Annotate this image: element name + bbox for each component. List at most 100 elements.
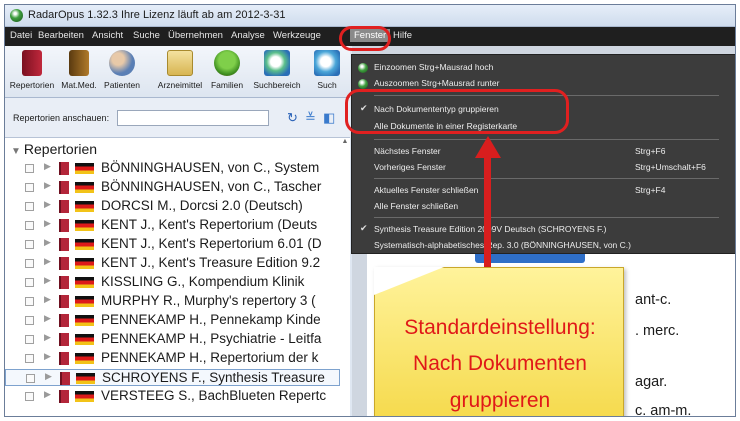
expand-arrow-icon[interactable]: ▶ (44, 313, 51, 324)
checkbox[interactable] (25, 183, 34, 192)
expand-arrow-icon[interactable]: ▶ (44, 161, 51, 172)
checkbox[interactable] (26, 374, 35, 383)
checkbox[interactable] (25, 297, 34, 306)
expand-arrow-icon[interactable]: ▶ (44, 218, 51, 229)
shortcut-close-window: Strg+F4 (635, 185, 666, 195)
tree-item[interactable]: ▶ PENNEKAMP H., Repertorium der k (5, 350, 340, 367)
refresh-icon[interactable]: ↻ (287, 110, 298, 126)
menu-item-next-window[interactable]: Nächstes Fenster (374, 146, 441, 156)
german-flag-icon (75, 201, 94, 212)
book-icon (59, 276, 69, 289)
shortcut-next-window: Strg+F6 (635, 146, 666, 156)
book-icon (59, 333, 69, 346)
menu-item-close-all[interactable]: Alle Fenster schließen (374, 201, 458, 211)
suche-label: Such (317, 80, 337, 90)
menu-item-previous-window[interactable]: Vorheriges Fenster (374, 162, 446, 172)
expand-arrow-icon[interactable]: ▶ (44, 332, 51, 343)
book-icon (59, 238, 69, 251)
arrow-shaft (484, 155, 491, 280)
expand-arrow-icon[interactable]: ▶ (44, 256, 51, 267)
tree-item[interactable]: ▶ PENNEKAMP H., Psychiatrie - Leitfa (5, 331, 340, 348)
german-flag-icon (75, 277, 94, 288)
tree-item[interactable]: ▶ KISSLING G., Kompendium Klinik (5, 274, 340, 291)
tree-root[interactable]: ▼ Repertorien (11, 141, 97, 157)
tree-item-label: PENNEKAMP H., Pennekamp Kinde (101, 312, 321, 327)
menu-werkzeuge[interactable]: Werkzeuge (273, 30, 321, 41)
menu-item-zoom-out[interactable]: Auszoomen Strg+Mausrad runter (374, 78, 499, 88)
collapse-arrow-icon[interactable]: ▼ (11, 146, 21, 157)
expand-arrow-icon[interactable]: ▶ (44, 351, 51, 362)
arzneimittel-button[interactable]: Arzneimittel (155, 50, 205, 96)
tree-item[interactable]: ▶ DORCSI M., Dorcsi 2.0 (Deutsch) (5, 198, 340, 215)
expand-arrow-icon[interactable]: ▶ (44, 199, 51, 210)
tree-item[interactable]: ▶ MURPHY R., Murphy's repertory 3 ( (5, 293, 340, 310)
title-bar: RadarOpus 1.32.3 Ihre Lizenz läuft ab am… (5, 5, 735, 27)
checkbox[interactable] (25, 202, 34, 211)
tree-item[interactable]: ▶ KENT J., Kent's Treasure Edition 9.2 (5, 255, 340, 272)
tree-item-label: PENNEKAMP H., Psychiatrie - Leitfa (101, 331, 322, 346)
repertorien-label: Repertorien (9, 80, 55, 90)
german-flag-icon (75, 258, 94, 269)
checkbox[interactable] (25, 392, 34, 401)
familien-button[interactable]: Familien (207, 50, 247, 96)
tree-item-label: BÖNNINGHAUSEN, von C., System (101, 160, 320, 175)
tree-item-label: VERSTEEG S., BachBlueten Repertc (101, 388, 327, 403)
expand-arrow-icon[interactable]: ▶ (44, 294, 51, 305)
checkbox[interactable] (25, 164, 34, 173)
tree-item-label: KENT J., Kent's Repertorium 6.01 (D (101, 236, 322, 251)
german-flag-icon (75, 296, 94, 307)
expand-arrow-icon[interactable]: ▶ (44, 275, 51, 286)
menu-uebernehmen[interactable]: Übernehmen (168, 30, 223, 41)
patienten-button[interactable]: Patienten (101, 50, 143, 96)
tree-item[interactable]: ▶ PENNEKAMP H., Pennekamp Kinde (5, 312, 340, 329)
checkbox[interactable] (25, 354, 34, 363)
tree-item[interactable]: ▶ VERSTEEG S., BachBlueten Repertc (5, 388, 340, 405)
menu-hilfe[interactable]: Hilfe (393, 30, 412, 41)
tree-item[interactable]: ▶ KENT J., Kent's Repertorium 6.01 (D (5, 236, 340, 253)
checkbox[interactable] (25, 221, 34, 230)
menu-separator (374, 178, 719, 179)
suchbereich-button[interactable]: Suchbereich (251, 50, 303, 96)
tree-item[interactable]: ▶ BÖNNINGHAUSEN, von C., System (5, 160, 340, 177)
tree-item-label: DORCSI M., Dorcsi 2.0 (Deutsch) (101, 198, 303, 213)
expand-arrow-icon[interactable]: ▶ (44, 180, 51, 191)
german-flag-icon (75, 220, 94, 231)
tree-item-label: SCHROYENS F., Synthesis Treasure (102, 370, 325, 385)
book-icon (59, 314, 69, 327)
book-icon (59, 219, 69, 232)
expand-arrow-icon[interactable]: ▶ (44, 237, 51, 248)
menu-item-zoom-in[interactable]: Einzoomen Strg+Mausrad hoch (374, 62, 493, 72)
highlight-oval-grouping (345, 89, 569, 134)
filter-input[interactable] (117, 110, 269, 126)
checkbox[interactable] (25, 316, 34, 325)
checkbox[interactable] (25, 240, 34, 249)
checkbox[interactable] (25, 278, 34, 287)
menu-item-close-window[interactable]: Aktuelles Fenster schließen (374, 185, 478, 195)
checkbox[interactable] (25, 335, 34, 344)
menu-item-document-boenninghausen[interactable]: Systematisch-alphabetisches Rep. 3.0 (BÖ… (374, 240, 631, 250)
expand-arrow-icon[interactable]: ▶ (44, 389, 51, 400)
menu-datei[interactable]: Datei (10, 30, 32, 41)
checkbox[interactable] (25, 259, 34, 268)
tree-item-label: MURPHY R., Murphy's repertory 3 ( (101, 293, 316, 308)
german-flag-icon (75, 353, 94, 364)
tree-item[interactable]: ▶ BÖNNINGHAUSEN, von C., Tascher (5, 179, 340, 196)
familien-label: Familien (210, 80, 244, 90)
menu-suche[interactable]: Suche (133, 30, 160, 41)
matmed-button[interactable]: Mat.Med. (59, 50, 99, 96)
suche-button[interactable]: Such (307, 50, 347, 96)
menu-ansicht[interactable]: Ansicht (92, 30, 123, 41)
menu-analyse[interactable]: Analyse (231, 30, 265, 41)
expand-arrow-icon[interactable]: ▶ (45, 371, 52, 382)
scroll-up-icon[interactable]: ▲ (340, 138, 350, 150)
menu-bearbeiten[interactable]: Bearbeiten (38, 30, 84, 41)
note-folded-corner (374, 267, 444, 295)
tree-item-selected[interactable]: ▶ SCHROYENS F., Synthesis Treasure (5, 369, 340, 386)
filter-icon[interactable]: ◧ (323, 110, 335, 126)
document-text: agar. (635, 374, 668, 390)
repertorien-button[interactable]: Repertorien (7, 50, 57, 96)
toolbar: Repertorien Mat.Med. Patienten Arzneimit… (5, 46, 350, 98)
fenster-menu: Einzoomen Strg+Mausrad hoch Auszoomen St… (351, 54, 735, 254)
tree-item[interactable]: ▶ KENT J., Kent's Repertorium (Deuts (5, 217, 340, 234)
expand-icon[interactable]: ≚ (305, 110, 316, 126)
